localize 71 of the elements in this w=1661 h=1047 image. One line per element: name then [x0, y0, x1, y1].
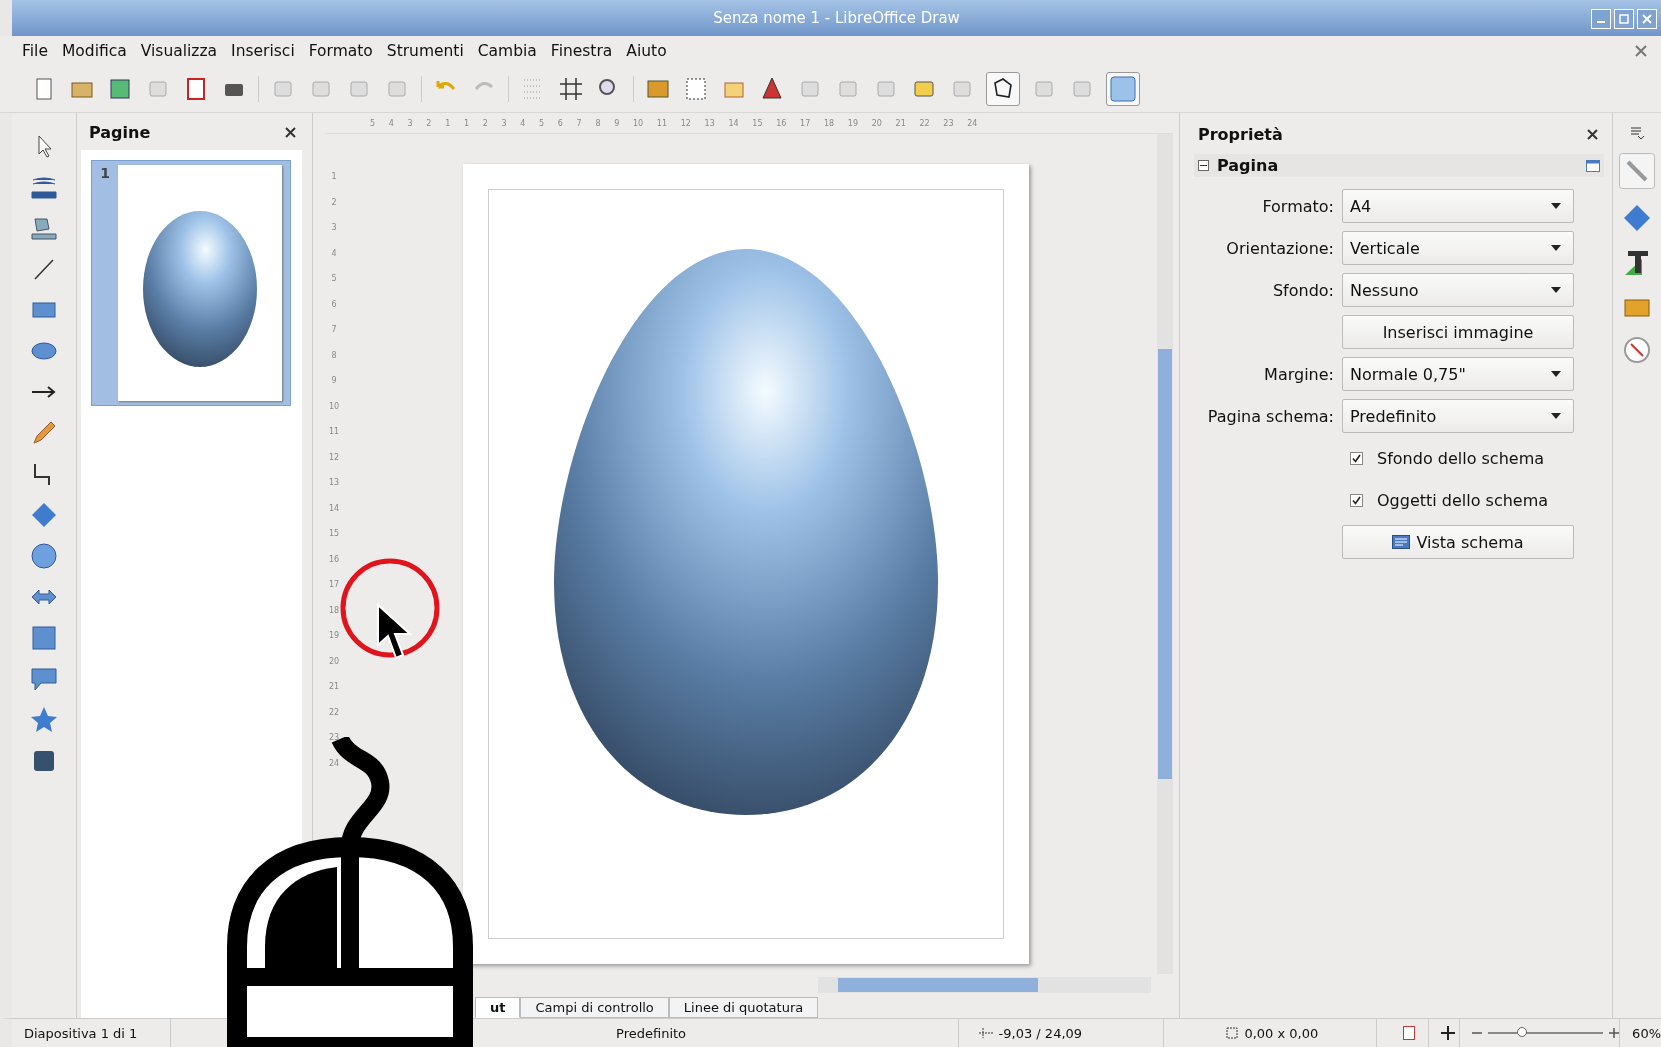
zoom-level: 60%: [1631, 1024, 1661, 1043]
field-label: Margine:: [1263, 364, 1334, 384]
maximize-icon: [1619, 14, 1629, 24]
menu-item[interactable]: File: [22, 42, 48, 60]
slide-count: Diapositiva 1 di 1: [12, 1019, 172, 1047]
dropdown[interactable]: Normale 0,75": [1342, 357, 1574, 391]
slide-thumbnail[interactable]: 1: [91, 160, 291, 406]
field-label: Pagina schema:: [1206, 406, 1334, 426]
checkbox[interactable]: [1350, 493, 1363, 507]
move-icon: [1440, 1026, 1455, 1040]
field-label: Sfondo:: [1271, 280, 1334, 300]
master-view-button[interactable]: Vista schema: [1342, 525, 1574, 559]
section-title: Pagina: [1217, 156, 1279, 175]
minimize-icon: [1597, 21, 1605, 23]
wrench-icon[interactable]: [1619, 153, 1655, 189]
checkbox[interactable]: [1350, 451, 1363, 465]
compass-icon[interactable]: [1622, 335, 1652, 365]
menu-item[interactable]: Visualizza: [140, 42, 218, 60]
caret-icon: [1551, 287, 1561, 293]
dropdown[interactable]: A4: [1342, 189, 1574, 223]
zoom-slider[interactable]: [1517, 1027, 1528, 1037]
close-button[interactable]: [1637, 9, 1657, 29]
cursor-position: -9,03 / 24,09: [998, 1025, 1083, 1041]
position-icon: [978, 1028, 993, 1038]
maximize-button[interactable]: [1614, 9, 1634, 29]
diamond-icon[interactable]: [1622, 203, 1652, 233]
object-size: 0,00 x 0,00: [1244, 1025, 1319, 1041]
insert-image-button[interactable]: Inserisci immagine: [1342, 315, 1574, 349]
menu-item[interactable]: Aiuto: [626, 42, 667, 60]
dropdown[interactable]: Nessuno: [1342, 273, 1574, 307]
close-icon: [1642, 14, 1652, 24]
star-icon[interactable]: [29, 705, 59, 735]
menu-item[interactable]: Formato: [308, 42, 373, 60]
caret-icon: [1551, 203, 1561, 209]
size-icon: [1224, 1027, 1239, 1039]
layer-tab[interactable]: ut: [475, 997, 521, 1018]
menu-item[interactable]: Inserisci: [231, 42, 295, 60]
minimize-button[interactable]: [1591, 9, 1611, 29]
panel-title: Proprietà: [1198, 125, 1283, 144]
zoom-in-icon[interactable]: [1609, 1028, 1620, 1038]
more-options-icon[interactable]: [1586, 159, 1600, 172]
panel-title: Pagine: [89, 123, 151, 142]
layer-tab[interactable]: Campi di controllo: [520, 997, 669, 1018]
field-label: Formato:: [1261, 196, 1334, 216]
field-label: Orientazione:: [1225, 238, 1334, 258]
vertical-ruler: 1 2 3 4 5 6 7 8 9 10 11 12 13 14 15 16 17 18 19 20 21 22 23 24: [327, 171, 341, 770]
menu-item[interactable]: Strumenti: [386, 42, 464, 60]
close-icon[interactable]: [285, 127, 296, 138]
slide-icon: [1392, 535, 1411, 549]
caret-icon: [1551, 371, 1561, 377]
dropdown[interactable]: Verticale: [1342, 231, 1574, 265]
checkbox-label: Sfondo dello schema: [1377, 448, 1545, 468]
egg-drawing[interactable]: [554, 248, 938, 816]
collapse-icon[interactable]: [1198, 160, 1209, 171]
close-icon[interactable]: [1587, 129, 1598, 140]
layer-tab[interactable]: Linee di quotatura: [668, 997, 819, 1018]
menu-item[interactable]: Cambia: [477, 42, 537, 60]
caret-icon: [1551, 413, 1561, 419]
dropdown[interactable]: Predefinito: [1342, 399, 1574, 433]
menu-item[interactable]: Modifica: [61, 42, 127, 60]
vertical-scrollbar[interactable]: [1157, 134, 1173, 974]
menu-item[interactable]: Finestra: [550, 42, 613, 60]
points-icon[interactable]: [986, 72, 1020, 106]
checkbox-label: Oggetti dello schema: [1377, 490, 1549, 510]
sidebar-menu-icon[interactable]: [1630, 125, 1644, 139]
guides-icon[interactable]: [557, 75, 585, 103]
horizontal-scrollbar[interactable]: [818, 977, 1151, 993]
display-icon[interactable]: [1106, 72, 1140, 106]
window-title: Senza nome 1 - LibreOffice Draw: [713, 9, 960, 27]
document-modified-icon: [1402, 1026, 1415, 1040]
caret-icon: [1551, 245, 1561, 251]
